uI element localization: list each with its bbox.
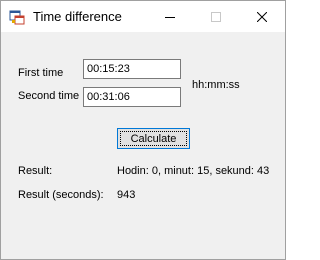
second-time-label: Second time — [18, 90, 80, 102]
window-title: Time difference — [33, 9, 122, 24]
time-format-hint: hh:mm:ss — [192, 79, 240, 91]
close-button[interactable] — [239, 1, 285, 32]
result-label: Result: — [18, 165, 53, 177]
title-bar[interactable]: Time difference — [1, 1, 285, 32]
app-window: Time difference First time Second time h… — [0, 0, 286, 260]
calculate-button[interactable]: Calculate — [117, 128, 190, 149]
winforms-app-icon — [9, 9, 25, 25]
maximize-button[interactable] — [193, 1, 239, 32]
result-seconds-label: Result (seconds): — [18, 189, 104, 201]
second-time-input[interactable] — [83, 87, 181, 107]
calculate-button-label: Calculate — [120, 131, 187, 146]
minimize-icon — [165, 16, 175, 18]
minimize-button[interactable] — [147, 1, 193, 32]
form-client-area: First time Second time hh:mm:ss Calculat… — [1, 32, 285, 259]
first-time-input[interactable] — [83, 59, 181, 79]
maximize-icon — [211, 11, 221, 22]
first-time-label: First time — [18, 67, 64, 79]
result-value: Hodin: 0, minut: 15, sekund: 43 — [117, 165, 270, 177]
close-icon — [257, 11, 267, 22]
result-seconds-value: 943 — [117, 189, 136, 201]
